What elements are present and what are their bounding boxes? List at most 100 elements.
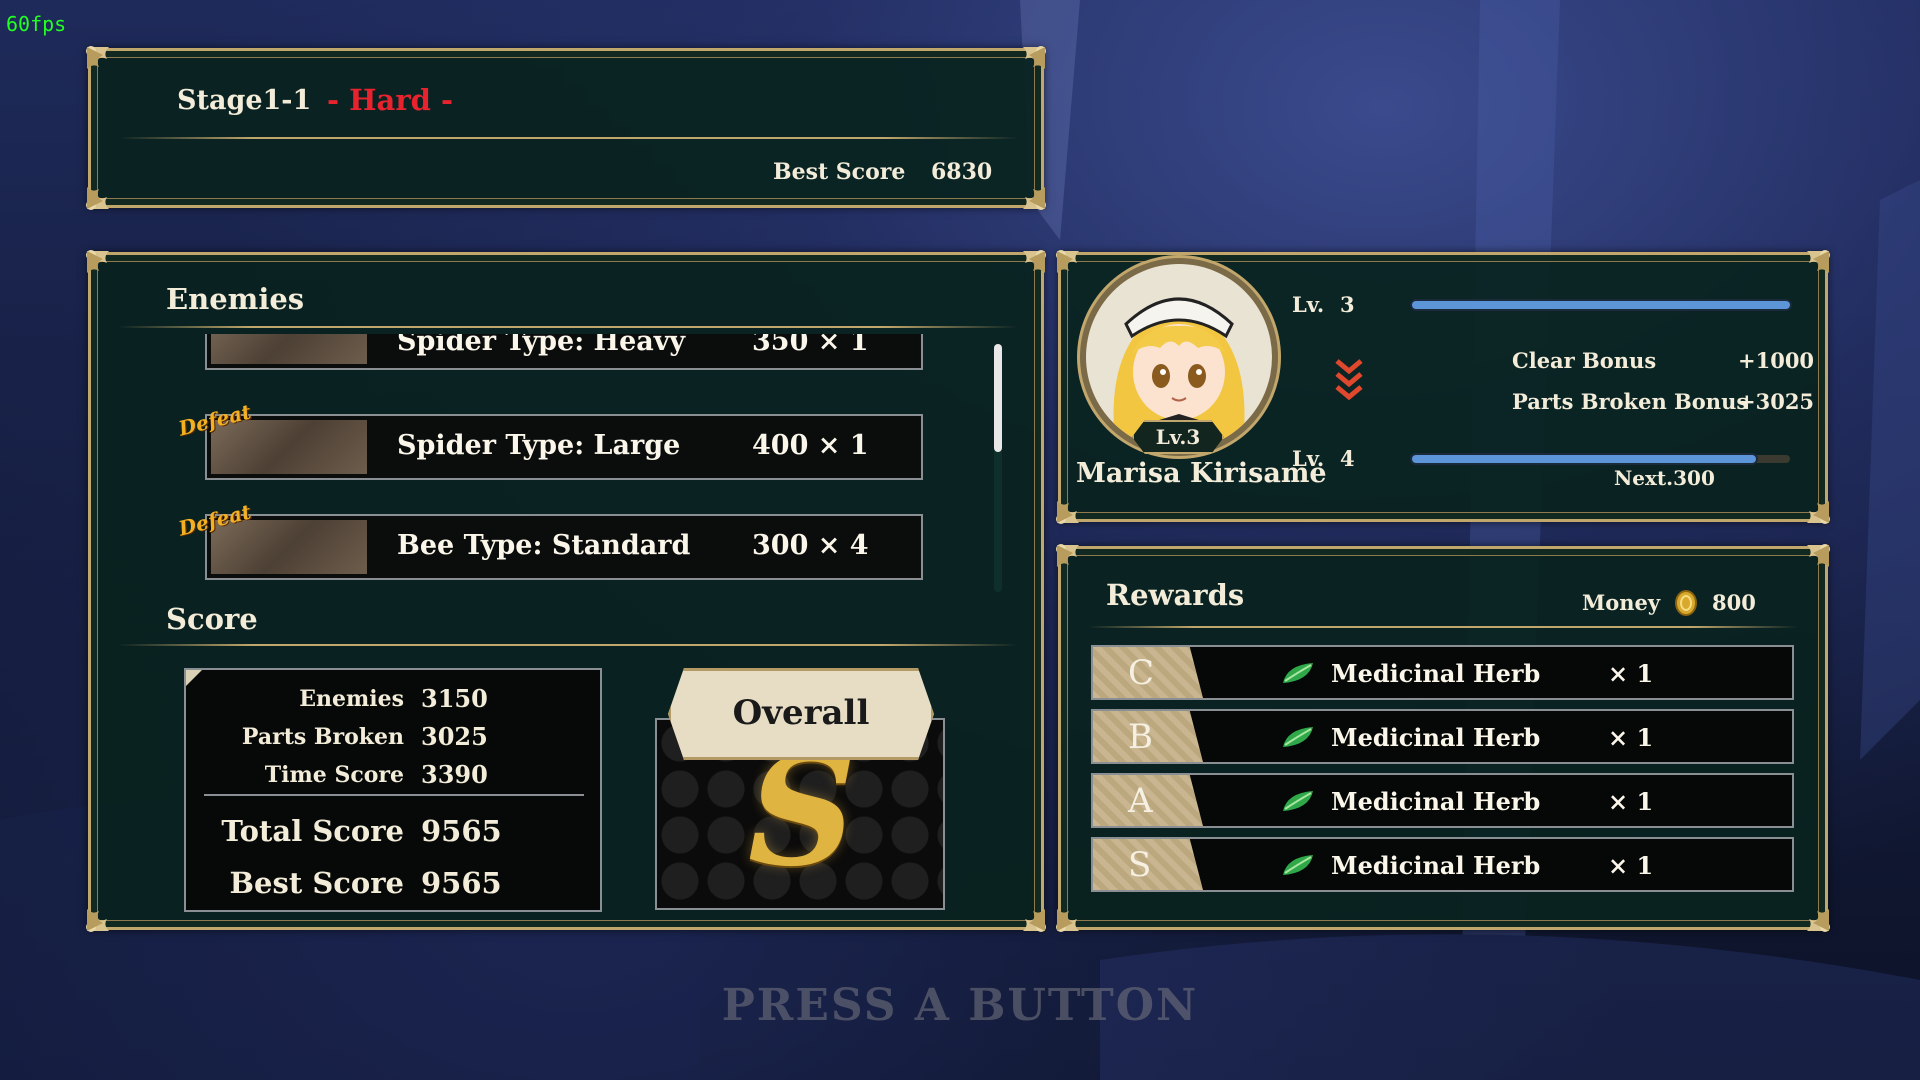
best-score-value: 6830 [931,159,993,185]
best-score-label: Best Score [773,159,906,185]
level-label-before: Lv. [1292,292,1325,317]
reward-item-name: Medicinal Herb [1331,659,1541,688]
divider [118,326,1018,328]
level-up-arrows-icon [1334,358,1364,404]
corner-marker [186,670,202,686]
enemy-thumbnail [211,420,367,474]
reward-qty: × 1 [1608,851,1654,880]
reward-item-name: Medicinal Herb [1331,723,1541,752]
grade-tab: C [1093,647,1203,698]
enemy-list[interactable]: Spider Type: Heavy 350 × 1 Spider Type: … [0,334,1044,590]
enemy-row: Bee Type: Standard 300 × 4 [205,514,923,580]
time-score-value: 3390 [421,760,488,789]
level-label-after: Lv. [1292,446,1325,471]
herb-icon [1281,853,1315,883]
ornament-corner-icon [1789,891,1833,935]
stage-name: Stage1-1 [177,85,312,116]
ornament-corner-icon [1005,169,1049,213]
enemy-value: 350 × 1 [752,334,869,357]
level-before: 3 [1340,292,1355,317]
reward-row: C Medicinal Herb × 1 [1091,645,1794,700]
enemy-thumbnail [211,520,367,574]
ornament-corner-icon [1789,247,1833,291]
press-a-button-prompt[interactable]: PRESS A BUTTON [0,980,1920,1031]
reward-item-name: Medicinal Herb [1331,851,1541,880]
divider [1088,626,1798,628]
clear-bonus-label: Clear Bonus [1512,348,1657,373]
best-score-value: 9565 [421,866,502,900]
exp-bar-after [1412,455,1756,463]
best-score-label: Best Score [229,866,404,900]
enemies-score-value: 3150 [421,684,488,713]
ornament-corner-icon [1789,541,1833,585]
reward-qty: × 1 [1608,659,1654,688]
level-badge: Lv.3 [1132,420,1224,454]
divider [204,794,584,796]
money-value: 800 [1712,590,1756,615]
reward-row: A Medicinal Herb × 1 [1091,773,1794,828]
reward-grade: A [1128,781,1153,821]
enemies-score-label: Enemies [299,686,404,712]
ornament-corner-icon [1053,541,1097,585]
time-score-label: Time Score [264,762,404,788]
enemy-value: 300 × 4 [752,530,869,561]
level-after: 4 [1340,446,1355,471]
total-score-value: 9565 [421,814,502,848]
reward-item-name: Medicinal Herb [1331,787,1541,816]
enemy-name: Spider Type: Heavy [397,334,686,357]
reward-qty: × 1 [1608,723,1654,752]
level-badge-text: Lv.3 [1155,425,1201,449]
grade-tab: B [1093,711,1203,762]
exp-bar-before [1412,301,1790,309]
ornament-corner-icon [83,43,127,87]
clear-bonus-value: +1000 [1738,348,1815,373]
exp-track-after [1412,455,1790,463]
next-level-exp: Next.300 [1614,466,1715,490]
grade-tab: S [1093,839,1203,890]
ornament-corner-icon [1789,483,1833,527]
parts-broken-value: 3025 [421,722,488,751]
character-name: Marisa Kirisame [1076,458,1327,489]
ornament-corner-icon [1005,891,1049,935]
enemy-row: Spider Type: Heavy 350 × 1 [205,334,923,370]
fps-counter: 60fps [6,12,67,36]
parts-bonus-label: Parts Broken Bonus [1512,389,1749,414]
ornament-corner-icon [1053,483,1097,527]
reward-row: S Medicinal Herb × 1 [1091,837,1794,892]
herb-icon [1281,661,1315,691]
difficulty-label: - Hard - [327,83,454,117]
money-label: Money [1582,590,1661,615]
scrollbar-thumb[interactable] [994,344,1002,452]
reward-row: B Medicinal Herb × 1 [1091,709,1794,764]
reward-grade: C [1128,653,1155,693]
ornament-corner-icon [1053,247,1097,291]
ornament-corner-icon [83,891,127,935]
ornament-corner-icon [1005,43,1049,87]
total-score-label: Total Score [221,814,404,848]
enemies-heading: Enemies [166,282,305,316]
enemy-name: Spider Type: Large [397,430,681,461]
reward-qty: × 1 [1608,787,1654,816]
score-heading: Score [166,602,258,636]
enemy-value: 400 × 1 [752,430,869,461]
ornament-corner-icon [83,247,127,291]
ornament-corner-icon [83,169,127,213]
herb-icon [1281,789,1315,819]
reward-grade: S [1128,845,1152,885]
overall-label-plate: Overall [668,668,934,760]
rewards-heading: Rewards [1106,578,1245,612]
herb-icon [1281,725,1315,755]
enemy-list-scrollbar[interactable] [994,344,1002,592]
coin-icon [1674,590,1698,620]
enemy-name: Bee Type: Standard [397,530,691,561]
reward-grade: B [1128,717,1153,757]
exp-track-before [1412,301,1790,309]
ornament-corner-icon [1005,247,1049,291]
parts-broken-label: Parts Broken [241,724,404,750]
parts-bonus-value: +3025 [1738,389,1815,414]
ornament-corner-icon [1053,891,1097,935]
grade-tab: A [1093,775,1203,826]
stage-panel: Stage1-1 - Hard - Best Score 6830 [86,46,1046,210]
enemy-row: Spider Type: Large 400 × 1 [205,414,923,480]
score-breakdown: Enemies 3150 Parts Broken 3025 Time Scor… [184,668,602,912]
